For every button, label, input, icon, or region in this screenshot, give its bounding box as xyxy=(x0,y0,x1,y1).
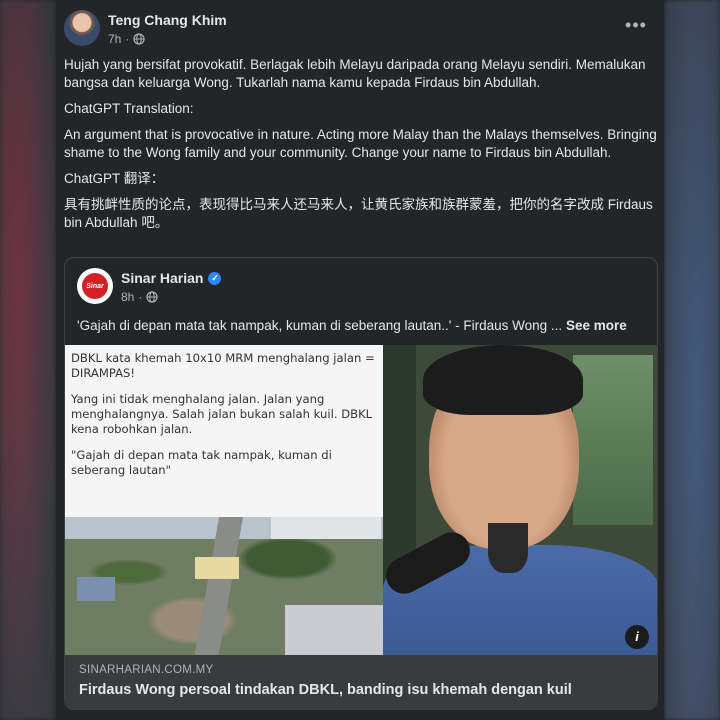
post-body: Hujah yang bersifat provokatif. Berlagak… xyxy=(64,56,658,240)
post-paragraph-chinese-label: ChatGPT 翻译： xyxy=(64,171,165,186)
shared-post-header: Sinar Sinar Harian ✓ 8h · xyxy=(77,268,647,308)
hair xyxy=(423,345,583,415)
aerial-photo xyxy=(65,517,383,655)
post-paragraph-english: An argument that is provocative in natur… xyxy=(64,127,657,160)
author-avatar[interactable] xyxy=(64,10,100,46)
shared-post-time[interactable]: 8h xyxy=(121,290,134,304)
link-preview-footer[interactable]: SINARHARIAN.COM.MY Firdaus Wong persoal … xyxy=(65,655,657,709)
post-paragraph-chinese: 具有挑衅性质的论点，表现得比马来人还马来人，让黄氏家族和族群蒙羞，把你的名字改成… xyxy=(64,197,653,230)
more-options-button[interactable]: ••• xyxy=(622,16,650,38)
sinar-harian-logo[interactable]: Sinar xyxy=(77,268,113,304)
background-blur-right xyxy=(664,0,720,720)
quote-line-2: Yang ini tidak menghalang jalan. Jalan y… xyxy=(71,392,373,436)
building-shape xyxy=(271,517,381,539)
link-title[interactable]: Firdaus Wong persoal tindakan DBKL, band… xyxy=(79,682,572,698)
post-paragraph-translation-label: ChatGPT Translation: xyxy=(64,101,194,116)
post-meta: 7h · xyxy=(108,32,145,46)
link-domain: SINARHARIAN.COM.MY xyxy=(79,664,214,676)
building-shape xyxy=(195,557,239,579)
post-paragraph-malay: Hujah yang bersifat provokatif. Berlagak… xyxy=(64,57,646,90)
post-time[interactable]: 7h xyxy=(108,32,121,46)
quote-text-panel: DBKL kata khemah 10x10 MRM menghalang ja… xyxy=(65,345,383,517)
quote-line-1: DBKL kata khemah 10x10 MRM menghalang ja… xyxy=(71,351,375,380)
shared-post-caption: 'Gajah di depan mata tak nampak, kuman d… xyxy=(77,318,651,333)
globe-icon xyxy=(146,291,158,303)
shared-post-card[interactable]: Sinar Sinar Harian ✓ 8h · 'Gajah di depa… xyxy=(64,257,658,710)
author-name[interactable]: Teng Chang Khim xyxy=(108,12,227,28)
beard xyxy=(488,523,528,573)
shared-post-meta: 8h · xyxy=(121,290,158,304)
background-window xyxy=(573,355,653,525)
background-blur-left xyxy=(0,0,56,720)
post-header: Teng Chang Khim 7h · ••• xyxy=(64,10,656,50)
page-name-label: Sinar Harian xyxy=(121,270,204,286)
building-shape xyxy=(77,577,115,601)
shared-page-name[interactable]: Sinar Harian ✓ xyxy=(121,270,222,286)
link-preview-image[interactable]: DBKL kata khemah 10x10 MRM menghalang ja… xyxy=(65,345,657,655)
logo-text: Sinar xyxy=(82,273,108,299)
building-shape xyxy=(285,605,383,655)
caption-text: 'Gajah di depan mata tak nampak, kuman d… xyxy=(77,318,563,333)
quote-line-3: "Gajah di depan mata tak nampak, kuman d… xyxy=(71,448,332,477)
globe-icon xyxy=(133,33,145,45)
info-icon[interactable]: i xyxy=(625,625,649,649)
speaker-photo xyxy=(379,345,657,655)
verified-badge-icon: ✓ xyxy=(208,271,222,285)
see-more-link[interactable]: See more xyxy=(566,318,627,333)
facebook-post: Teng Chang Khim 7h · ••• Hujah yang bers… xyxy=(56,0,664,720)
